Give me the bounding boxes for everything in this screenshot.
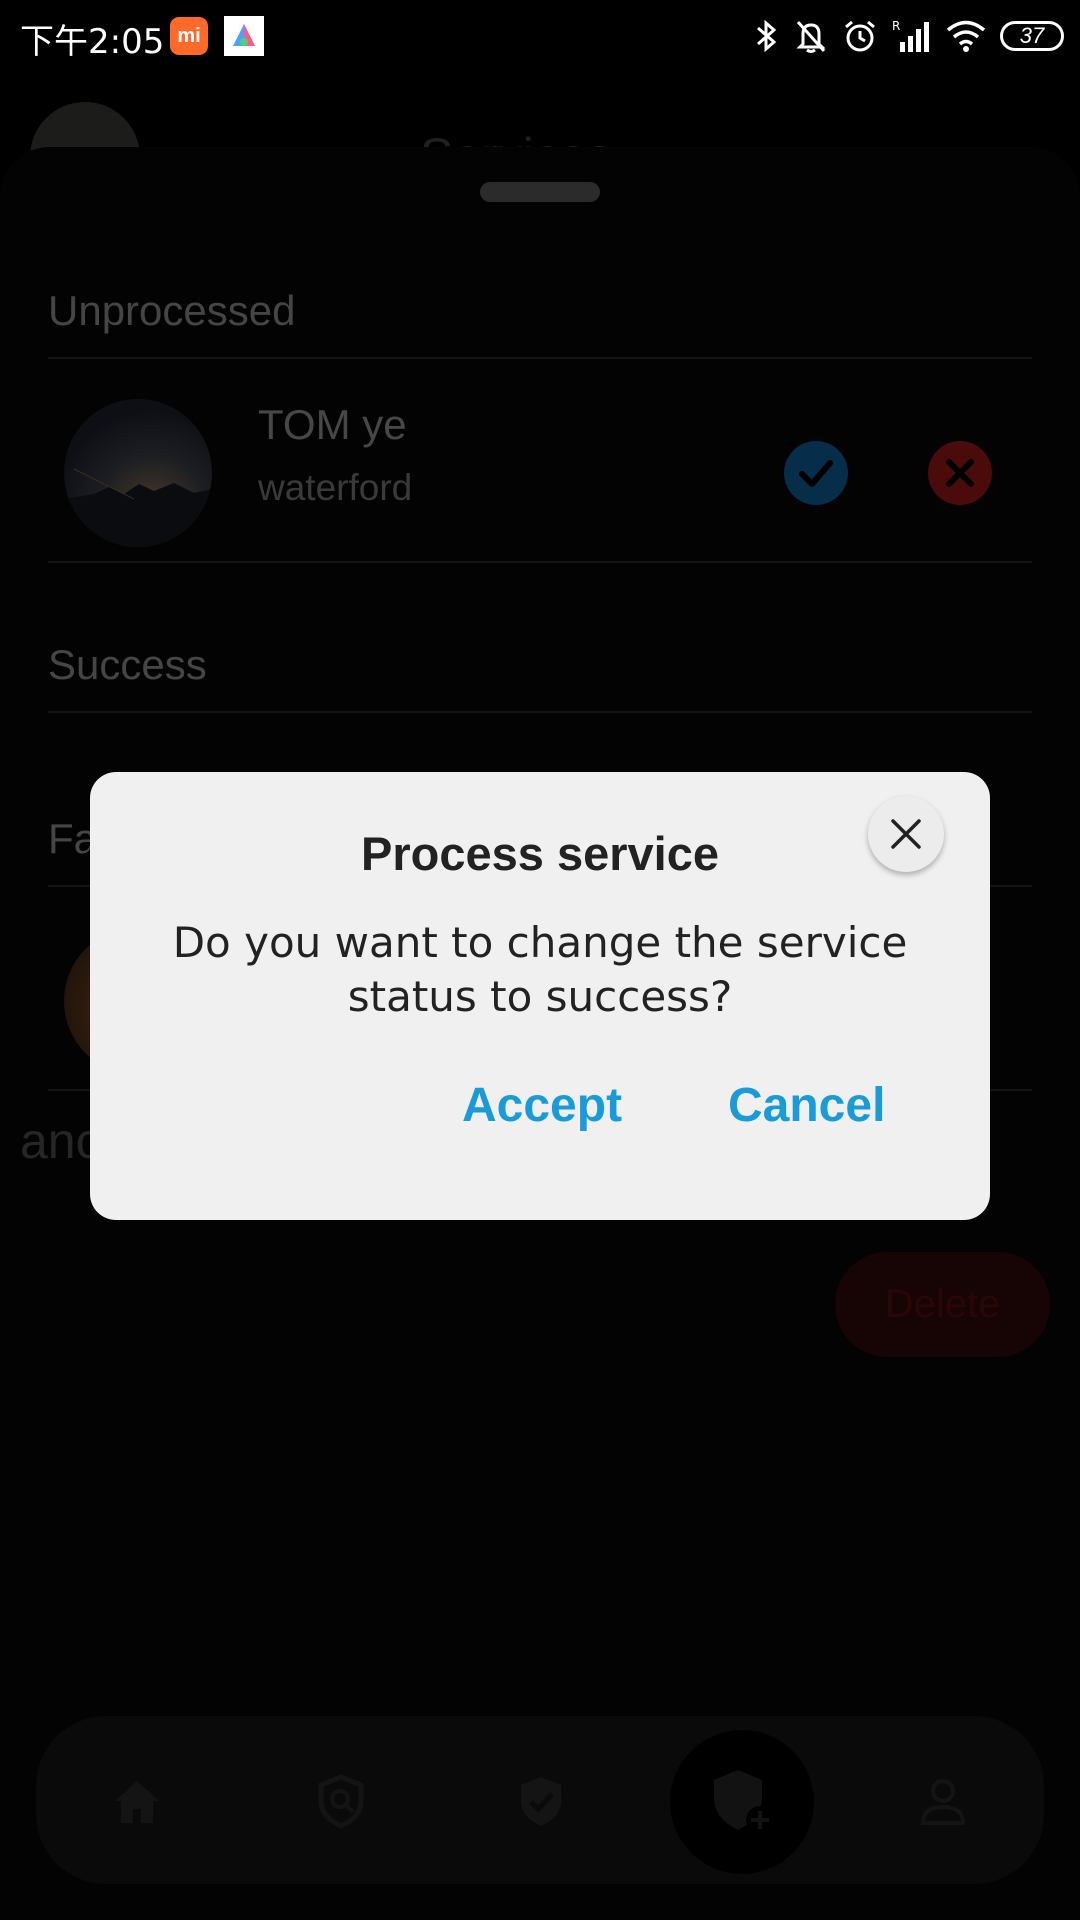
divider xyxy=(48,711,1032,713)
reject-button[interactable] xyxy=(928,441,992,505)
dialog-close-button[interactable] xyxy=(868,796,944,872)
dialog-message: Do you want to change the service status… xyxy=(172,918,908,1021)
status-bar: 下午2:05 mi R 37 xyxy=(0,0,1080,72)
close-icon xyxy=(891,819,921,849)
approve-button[interactable] xyxy=(784,441,848,505)
divider xyxy=(48,561,1032,563)
shield-search-icon xyxy=(318,1774,364,1829)
cancel-button[interactable]: Cancel xyxy=(728,1078,885,1133)
shield-check-icon xyxy=(521,1777,561,1826)
bell-off-icon xyxy=(794,18,828,54)
home-icon xyxy=(115,1781,159,1823)
nav-search-services[interactable] xyxy=(306,1766,376,1836)
nav-add-service[interactable] xyxy=(670,1730,814,1874)
close-icon xyxy=(946,459,974,487)
process-service-dialog: Process service Do you want to change th… xyxy=(90,772,990,1220)
check-icon xyxy=(799,460,833,487)
svg-text:R: R xyxy=(892,19,900,33)
accept-button[interactable]: Accept xyxy=(462,1078,622,1133)
item-name: TOM ye xyxy=(258,401,407,448)
avatar xyxy=(64,399,212,547)
mi-app-icon: mi xyxy=(170,17,208,55)
section-unprocessed: Unprocessed xyxy=(48,287,296,334)
bottom-navigation xyxy=(36,1716,1044,1884)
divider xyxy=(48,357,1032,359)
item-location: waterford xyxy=(258,467,413,508)
shield-add-icon xyxy=(714,1770,774,1834)
partial-background-text: anc xyxy=(20,1113,101,1169)
dialog-title: Process service xyxy=(360,827,719,880)
status-time: 下午2:05 xyxy=(20,22,165,62)
alarm-icon xyxy=(842,18,878,54)
nav-verified[interactable] xyxy=(506,1766,576,1836)
nav-home[interactable] xyxy=(102,1766,172,1836)
signal-icon: R xyxy=(892,18,932,54)
nav-profile[interactable] xyxy=(908,1766,978,1836)
app-notification-icon xyxy=(224,16,264,56)
bluetooth-icon xyxy=(754,18,780,54)
delete-button[interactable]: Delete xyxy=(835,1252,1050,1357)
section-success: Success xyxy=(48,641,207,688)
sheet-drag-handle[interactable] xyxy=(480,182,600,202)
battery-icon: 37 xyxy=(1000,21,1064,51)
wifi-icon xyxy=(946,19,986,53)
person-icon xyxy=(920,1779,966,1825)
